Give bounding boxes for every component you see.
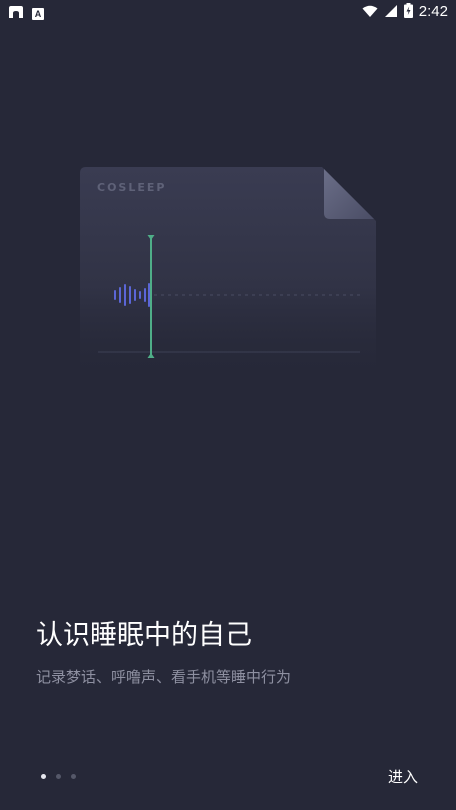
status-system: 2:42 — [362, 2, 448, 22]
cell-signal-icon — [384, 3, 398, 22]
brand-label: COSLEEP — [97, 181, 167, 194]
onboarding-subline: 记录梦话、呼噜声、看手机等睡中行为 — [36, 668, 292, 686]
app-a-icon: A — [32, 7, 44, 20]
page-indicator — [41, 774, 76, 779]
battery-charging-icon — [403, 2, 413, 22]
onboarding-screen: A 2:42 COSLEEP 认识睡眠中的自己 记录梦话、呼噜声、看手机等睡中行… — [0, 0, 456, 810]
app-gallery-icon — [8, 4, 24, 23]
page-dot-3[interactable] — [71, 774, 76, 779]
wifi-icon — [362, 3, 378, 22]
status-time: 2:42 — [418, 3, 448, 20]
page-dot-2[interactable] — [56, 774, 61, 779]
onboarding-headline: 认识睡眠中的自己 — [36, 620, 252, 651]
page-dot-1[interactable] — [41, 774, 46, 779]
status-notifications: A — [8, 4, 44, 23]
status-bar: A 2:42 — [0, 0, 456, 24]
enter-button[interactable]: 进入 — [388, 766, 418, 788]
sleep-recording-document-icon — [80, 167, 380, 387]
